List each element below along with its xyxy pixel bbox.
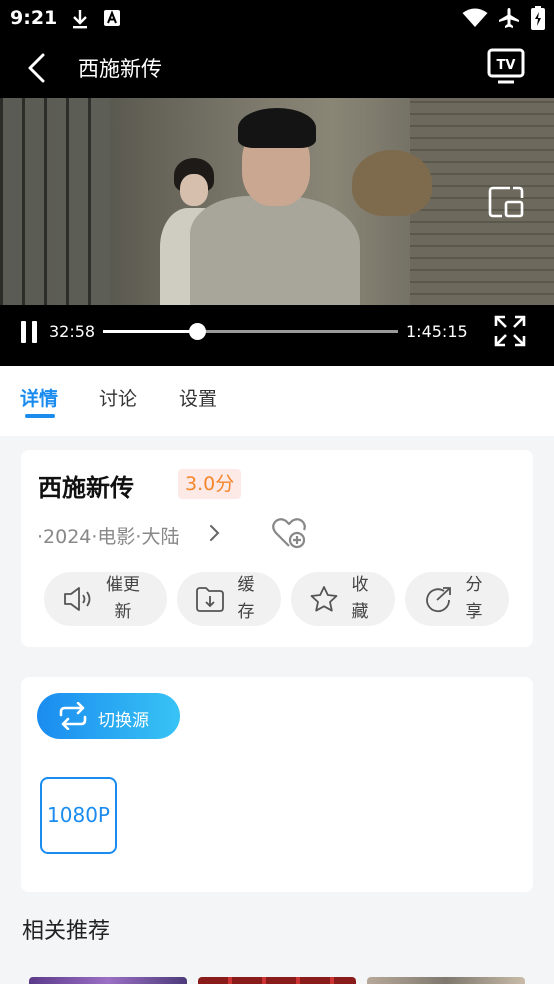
- share-button[interactable]: 分 享: [405, 572, 509, 626]
- movie-meta[interactable]: ·2024·电影·大陆: [37, 522, 179, 549]
- source-card: 切换源 1080P: [21, 677, 533, 892]
- recommend-thumbnail[interactable]: [29, 977, 187, 984]
- back-icon[interactable]: [22, 52, 54, 84]
- favorite-button[interactable]: 收 藏: [291, 572, 395, 626]
- fullscreen-icon[interactable]: [494, 315, 526, 347]
- status-time: 9:21: [10, 7, 58, 29]
- video-scene-actor: [190, 108, 360, 305]
- star-icon: [310, 586, 338, 612]
- title-bar: 西施新传 TV: [0, 36, 554, 98]
- tab-bar: 详情 讨论 设置: [0, 366, 554, 436]
- switch-source-label: 切换源: [98, 711, 149, 731]
- status-bar: 9:21: [0, 0, 554, 36]
- share-label-2: 享: [465, 602, 483, 622]
- progress-bar[interactable]: [103, 323, 398, 340]
- chevron-right-icon[interactable]: [207, 524, 221, 542]
- current-time: 32:58: [49, 322, 96, 341]
- speaker-icon: [64, 587, 91, 611]
- download-folder-icon: [196, 587, 224, 612]
- favorite-label-2: 藏: [351, 602, 369, 622]
- resolution-option-1080p[interactable]: 1080P: [40, 777, 117, 854]
- download-icon: [73, 10, 87, 29]
- video-frame[interactable]: [0, 98, 554, 305]
- recommend-thumbnail[interactable]: [198, 977, 356, 984]
- airplane-icon: [499, 8, 519, 28]
- svg-text:TV: TV: [497, 58, 516, 73]
- total-time: 1:45:15: [406, 322, 468, 341]
- tab-settings[interactable]: 设置: [179, 384, 217, 411]
- tab-active-indicator: [25, 414, 55, 418]
- share-label-1: 分: [465, 575, 483, 595]
- progress-handle[interactable]: [189, 323, 207, 340]
- video-scene-basket: [352, 150, 432, 216]
- cache-label-2: 存: [237, 602, 255, 622]
- battery-icon: [531, 6, 545, 30]
- text-format-icon: [104, 10, 120, 26]
- detail-card: 西施新传 3.0分 ·2024·电影·大陆 催更 新 缓 存 收 藏 分 享: [21, 450, 533, 647]
- player-controls: 32:58 1:45:15: [0, 305, 554, 366]
- tv-cast-icon[interactable]: TV: [486, 48, 526, 84]
- share-icon: [426, 587, 451, 613]
- tab-discussion[interactable]: 讨论: [99, 384, 137, 411]
- pause-icon[interactable]: [20, 321, 38, 343]
- recommend-thumbnail[interactable]: [367, 977, 525, 984]
- switch-source-button[interactable]: 切换源: [37, 693, 180, 739]
- score-badge: 3.0分: [178, 469, 242, 499]
- tab-details[interactable]: 详情: [20, 384, 58, 411]
- switch-arrows-icon: [59, 702, 87, 730]
- video-scene-wall: [410, 98, 554, 305]
- cache-button[interactable]: 缓 存: [177, 572, 281, 626]
- video-player[interactable]: 32:58 1:45:15: [0, 98, 554, 366]
- movie-title: 西施新传: [38, 474, 134, 502]
- video-scene-lattice-window: [0, 98, 110, 305]
- favorite-label-1: 收: [351, 575, 369, 595]
- wifi-icon: [462, 8, 488, 27]
- recommend-title: 相关推荐: [22, 919, 111, 944]
- picture-in-picture-icon[interactable]: [488, 186, 524, 218]
- heart-add-icon[interactable]: [271, 516, 307, 550]
- progress-fill: [103, 330, 198, 333]
- request-update-button[interactable]: 催更 新: [44, 572, 167, 626]
- cache-label-1: 缓: [237, 575, 255, 595]
- request-update-label-1: 催更: [106, 575, 140, 595]
- page-title: 西施新传: [78, 57, 162, 81]
- request-update-label-2: 新: [114, 602, 132, 622]
